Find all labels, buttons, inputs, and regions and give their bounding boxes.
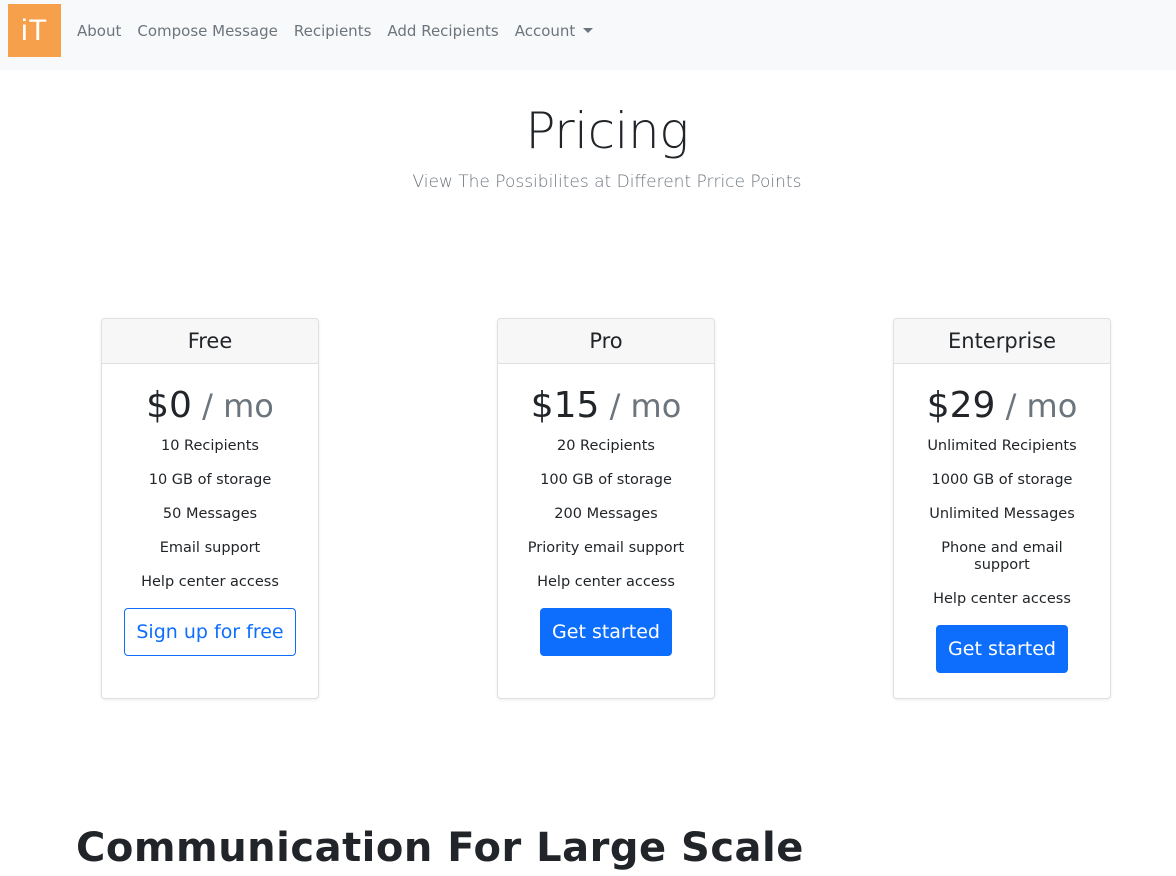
nav-dropdown-account-label: Account bbox=[514, 22, 576, 40]
pricing-card-free: Free $0 / mo 10 Recipients 10 GB of stor… bbox=[101, 318, 319, 699]
feature-item: Unlimited Messages bbox=[929, 506, 1075, 522]
feature-item: 10 GB of storage bbox=[148, 472, 272, 488]
price-period: / mo bbox=[599, 387, 682, 425]
plan-price: $29 / mo bbox=[894, 384, 1110, 428]
plan-name: Enterprise bbox=[894, 319, 1110, 364]
plan-name: Pro bbox=[498, 319, 714, 364]
plan-price: $15 / mo bbox=[498, 384, 714, 428]
feature-item: 200 Messages bbox=[554, 506, 658, 522]
price-period: / mo bbox=[995, 387, 1078, 425]
caret-down-icon bbox=[583, 28, 594, 33]
feature-item: 100 GB of storage bbox=[540, 472, 672, 488]
feature-item: Email support bbox=[159, 540, 261, 556]
nav-links: About Compose Message Recipients Add Rec… bbox=[69, 20, 601, 42]
feature-list: 20 Recipients 100 GB of storage 200 Mess… bbox=[498, 438, 714, 591]
get-started-enterprise-button[interactable]: Get started bbox=[936, 625, 1068, 673]
sign-up-free-button[interactable]: Sign up for free bbox=[124, 608, 296, 656]
feature-item: 10 Recipients bbox=[161, 438, 259, 454]
get-started-pro-button[interactable]: Get started bbox=[540, 608, 672, 656]
feature-item: Help center access bbox=[933, 591, 1071, 607]
nav-link-add-recipients[interactable]: Add Recipients bbox=[379, 20, 506, 42]
plan-name: Free bbox=[102, 319, 318, 364]
top-navbar: iT About Compose Message Recipients Add … bbox=[0, 0, 1176, 70]
feature-item: Help center access bbox=[141, 574, 279, 590]
page-subtitle: View The Possibilites at Different Prric… bbox=[412, 172, 802, 192]
price-amount: $15 bbox=[530, 385, 600, 426]
nav-dropdown-account[interactable]: Account bbox=[507, 20, 602, 42]
feature-list: Unlimited Recipients 1000 GB of storage … bbox=[894, 438, 1110, 608]
nav-link-compose-message[interactable]: Compose Message bbox=[129, 20, 286, 42]
price-period: / mo bbox=[191, 387, 274, 425]
nav-link-about[interactable]: About bbox=[69, 20, 129, 42]
plan-price: $0 / mo bbox=[102, 384, 318, 428]
page-title: Pricing bbox=[525, 102, 689, 160]
price-amount: $29 bbox=[926, 385, 996, 426]
feature-list: 10 Recipients 10 GB of storage 50 Messag… bbox=[102, 438, 318, 591]
feature-item: Help center access bbox=[537, 574, 675, 590]
feature-item: Phone and email support bbox=[941, 540, 1063, 573]
brand-logo[interactable]: iT bbox=[8, 4, 61, 57]
pricing-card-pro: Pro $15 / mo 20 Recipients 100 GB of sto… bbox=[497, 318, 715, 699]
price-amount: $0 bbox=[146, 385, 192, 426]
feature-item: 1000 GB of storage bbox=[931, 472, 1073, 488]
feature-item: 50 Messages bbox=[162, 506, 258, 522]
feature-item: Unlimited Recipients bbox=[927, 438, 1077, 454]
feature-item: Priority email support bbox=[527, 540, 685, 556]
feature-item: 20 Recipients bbox=[557, 438, 655, 454]
nav-link-recipients[interactable]: Recipients bbox=[286, 20, 380, 42]
pricing-card-enterprise: Enterprise $29 / mo Unlimited Recipients… bbox=[893, 318, 1111, 699]
